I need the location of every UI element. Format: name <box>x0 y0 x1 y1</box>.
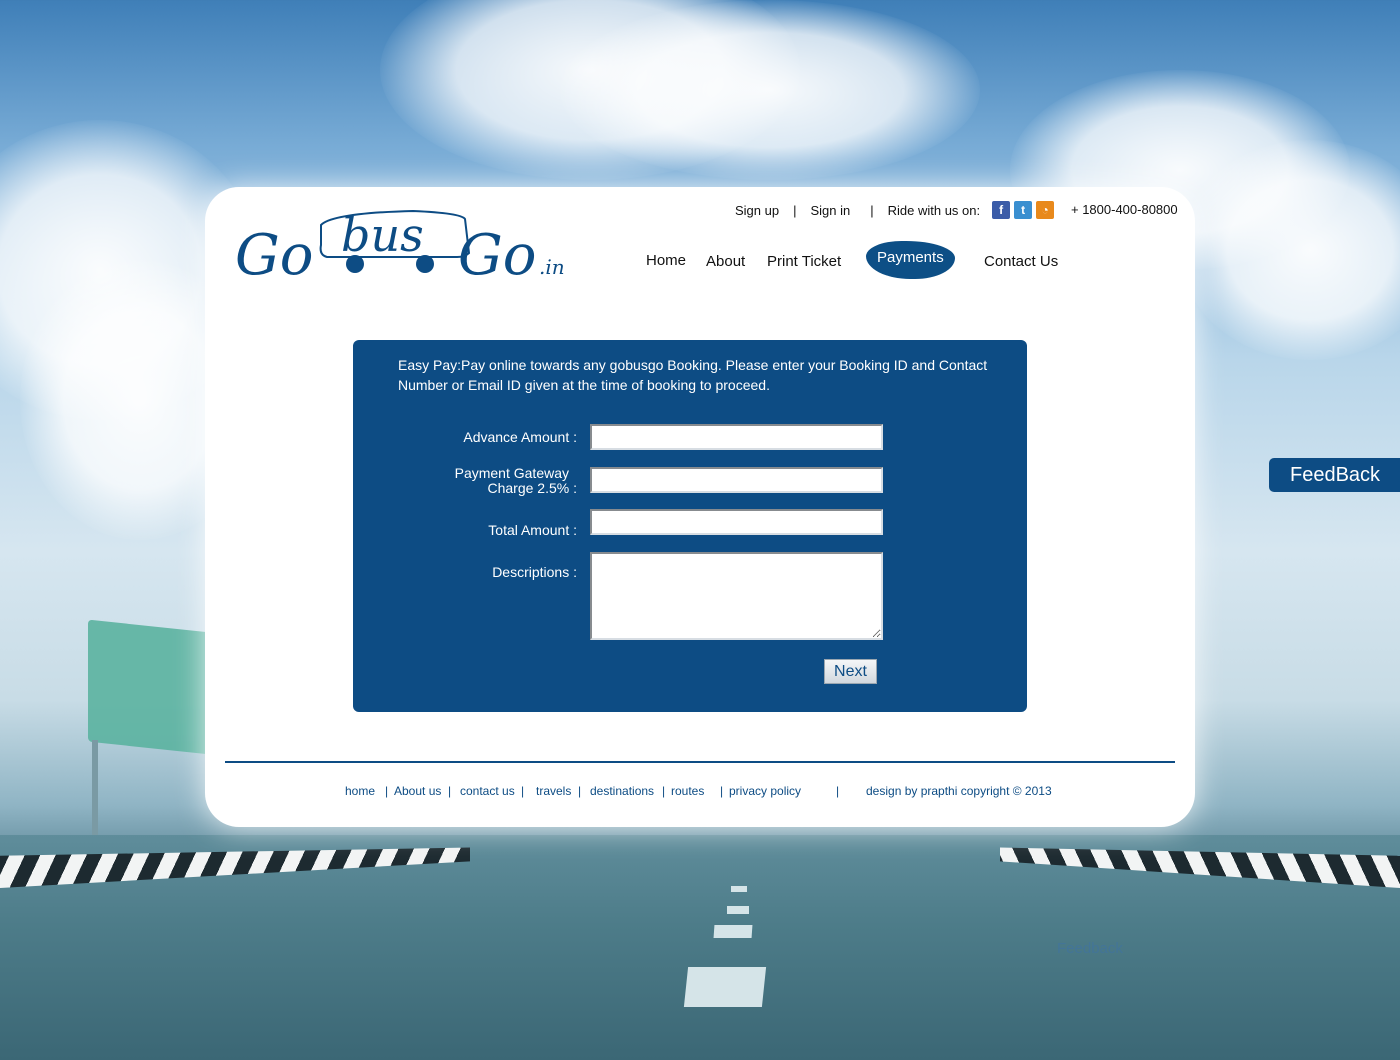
advance-amount-label: Advance Amount : <box>463 429 577 445</box>
payment-form: Easy Pay:Pay online towards any gobusgo … <box>353 340 1027 712</box>
rss-icon[interactable]: ◔ <box>1036 201 1055 219</box>
logo-go-text: Go <box>235 223 313 288</box>
signin-link[interactable]: Sign in <box>810 203 850 218</box>
gateway-charge-label-line1: Payment Gateway <box>454 465 569 481</box>
footer-separator: | <box>836 784 840 798</box>
top-links: Sign up | Sign in | Ride with us on: f t… <box>735 201 1055 219</box>
logo-go2-text: Go <box>458 223 536 288</box>
footer-separator: | <box>578 784 582 798</box>
main-panel: Go bus Go .in Sign up | Sign in | Ride w… <box>205 187 1195 827</box>
footer-credit: design by prapthi copyright © 2013 <box>866 784 1052 798</box>
background-feedback-link[interactable]: Feedback <box>1057 940 1123 957</box>
facebook-icon[interactable]: f <box>992 201 1011 219</box>
gobusgo-logo[interactable]: Go bus Go .in <box>233 199 573 294</box>
footer-separator: | <box>448 784 452 798</box>
total-amount-label: Total Amount : <box>488 522 577 538</box>
twitter-icon[interactable]: t <box>1014 201 1033 219</box>
logo-tld-text: .in <box>539 255 565 279</box>
footer-link-routes[interactable]: routes <box>671 784 704 798</box>
footer-link-privacy[interactable]: privacy policy <box>729 784 801 798</box>
lane-marking <box>727 906 749 914</box>
footer-separator: | <box>720 784 724 798</box>
footer-link-destinations[interactable]: destinations <box>590 784 654 798</box>
footer-separator: | <box>385 784 389 798</box>
descriptions-textarea[interactable] <box>590 552 883 640</box>
footer-link-travels[interactable]: travels <box>536 784 571 798</box>
form-intro-text: Easy Pay:Pay online towards any gobusgo … <box>398 357 988 393</box>
lane-marking <box>731 886 747 892</box>
descriptions-label: Descriptions : <box>492 564 577 580</box>
gateway-charge-label-line2: Charge 2.5% : <box>487 480 578 496</box>
signup-link[interactable]: Sign up <box>735 203 779 218</box>
logo-bus-text: bus <box>341 208 424 262</box>
phone-number: + 1800-400-80800 <box>1071 202 1178 217</box>
ride-with-us-label: Ride with us on: <box>887 202 981 218</box>
separator: | <box>793 202 797 218</box>
nav-contact-us[interactable]: Contact Us <box>984 253 1058 270</box>
advance-amount-input[interactable] <box>590 424 883 450</box>
lane-marking <box>683 967 767 1007</box>
nav-print-ticket[interactable]: Print Ticket <box>767 253 841 270</box>
footer-separator: | <box>521 784 525 798</box>
footer-link-about[interactable]: About us <box>394 784 441 798</box>
lane-marking <box>713 925 753 938</box>
next-button[interactable]: Next <box>824 659 877 684</box>
total-amount-input[interactable] <box>590 509 883 535</box>
nav-home[interactable]: Home <box>646 252 686 269</box>
separator: | <box>870 202 874 218</box>
footer-divider <box>225 761 1175 763</box>
footer-link-home[interactable]: home <box>345 784 375 798</box>
sign-post <box>92 740 98 850</box>
nav-about[interactable]: About <box>706 253 745 270</box>
feedback-tab[interactable]: FeedBack <box>1269 458 1400 492</box>
footer-separator: | <box>662 784 666 798</box>
nav-payments[interactable]: Payments <box>866 241 955 279</box>
footer-link-contact[interactable]: contact us <box>460 784 515 798</box>
gateway-charge-input[interactable] <box>590 467 883 493</box>
